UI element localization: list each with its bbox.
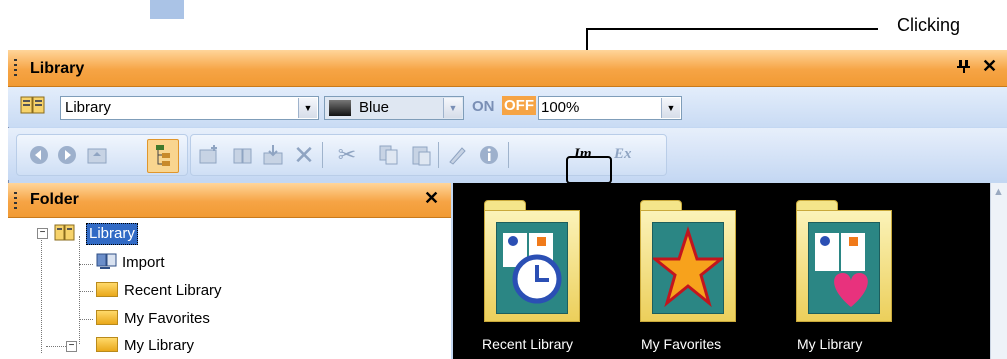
tree-line <box>79 236 80 344</box>
library-select[interactable]: Library ▼ <box>60 96 319 120</box>
tree-line <box>79 264 93 265</box>
library-select-icon <box>20 94 46 116</box>
folder-icon <box>96 282 118 297</box>
folder-icon <box>96 310 118 325</box>
pin-icon[interactable] <box>957 58 971 79</box>
tree-line <box>79 319 93 320</box>
tree-line <box>79 291 93 292</box>
collapse-icon[interactable]: − <box>37 228 48 239</box>
export-label: Ex <box>614 146 632 162</box>
grip-icon[interactable] <box>14 192 17 210</box>
delete-icon[interactable]: ✕ <box>293 142 315 168</box>
new-folder-icon[interactable] <box>198 144 220 166</box>
tree-item-library[interactable]: Library <box>86 223 138 245</box>
window-close-icon[interactable]: ✕ <box>982 56 997 77</box>
tree-line <box>41 228 42 353</box>
cut-icon[interactable]: ✂ <box>336 144 358 166</box>
zoom-select-value: 100% <box>541 99 580 116</box>
my-library-folder-icon[interactable] <box>796 200 892 322</box>
tree-item-my-favorites[interactable]: My Favorites <box>96 309 210 329</box>
import-node-icon <box>96 253 117 269</box>
vertical-scrollbar[interactable] <box>990 183 1007 359</box>
folder-icon <box>96 337 118 352</box>
zoom-select[interactable]: 100% ▼ <box>538 96 682 120</box>
content-item-label: My Favorites <box>641 336 722 352</box>
grip-icon[interactable] <box>14 59 17 77</box>
library-node-icon <box>54 223 76 248</box>
color-select-value: Blue <box>359 99 390 116</box>
color-swatch <box>329 100 351 116</box>
stray-highlight <box>150 0 184 19</box>
folder-panel-close-icon[interactable]: ✕ <box>424 188 439 209</box>
tree-item-label: Library <box>89 225 135 242</box>
tree-item-recent-library[interactable]: Recent Library <box>96 281 222 301</box>
scroll-up-icon[interactable]: ▲ <box>991 186 1006 201</box>
collapse-icon[interactable]: − <box>66 341 77 352</box>
recent-library-folder-icon[interactable] <box>484 200 580 322</box>
export-icon[interactable]: Ex <box>614 146 632 163</box>
callout-highlight-box <box>566 156 612 184</box>
callout-label: Clicking <box>897 15 961 35</box>
tree-item-label: My Favorites <box>124 310 210 327</box>
tree-item-label: Import <box>122 254 165 271</box>
content-item-label: Recent Library <box>482 336 574 352</box>
back-icon[interactable] <box>28 144 50 166</box>
on-toggle[interactable]: ON <box>470 97 497 116</box>
library-select-value: Library <box>65 99 111 116</box>
chevron-down-icon[interactable]: ▼ <box>443 98 462 118</box>
info-icon[interactable] <box>478 144 500 166</box>
copy-icon[interactable] <box>378 144 400 166</box>
off-toggle[interactable]: OFF <box>502 96 536 115</box>
tree-view-icon[interactable] <box>147 139 179 173</box>
tree-item-import[interactable]: Import <box>96 252 165 272</box>
content-item-label: My Library <box>797 336 863 352</box>
chevron-down-icon[interactable]: ▼ <box>298 98 317 118</box>
folder-panel-title: Folder <box>30 191 79 208</box>
window-title: Library <box>30 60 85 77</box>
window-titlebar <box>8 50 1007 87</box>
tree-item-my-library[interactable]: My Library <box>96 336 194 356</box>
import-icon[interactable] <box>262 144 284 166</box>
my-favorites-folder-icon[interactable] <box>640 200 736 322</box>
paste-icon[interactable] <box>410 144 432 166</box>
new-library-icon[interactable] <box>232 144 254 166</box>
edit-icon[interactable] <box>446 144 468 166</box>
tree-item-label: Recent Library <box>124 282 222 299</box>
chevron-down-icon[interactable]: ▼ <box>661 98 680 118</box>
color-select[interactable]: Blue ▼ <box>324 96 464 120</box>
tree-item-label: My Library <box>124 337 195 354</box>
up-folder-icon[interactable] <box>86 144 108 166</box>
callout-line <box>586 28 878 30</box>
forward-icon[interactable] <box>56 144 78 166</box>
